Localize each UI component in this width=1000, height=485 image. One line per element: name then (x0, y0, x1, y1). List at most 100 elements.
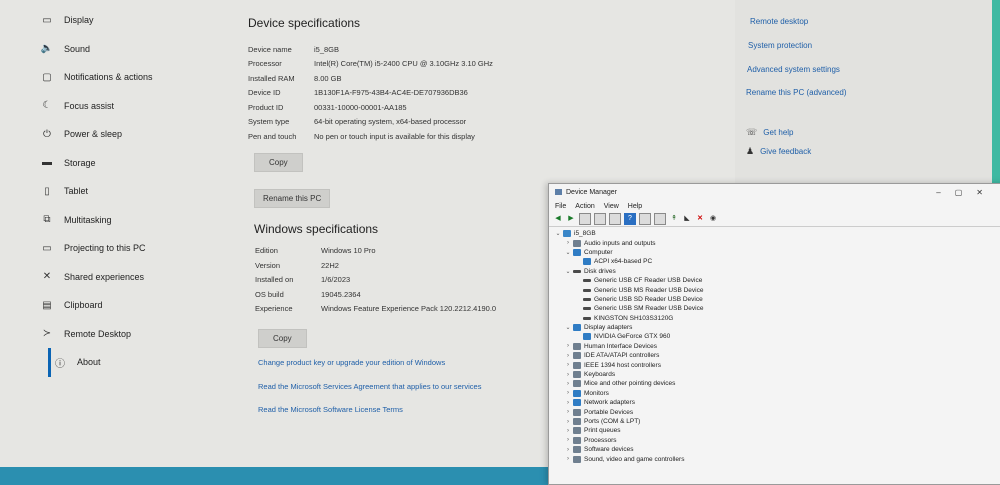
view-icon[interactable] (579, 213, 591, 225)
collapse-icon[interactable]: ⌄ (563, 324, 573, 331)
device-tree-item[interactable]: NVIDIA GeForce GTX 960 (549, 332, 1000, 341)
help-toolbar-icon[interactable]: ? (624, 213, 636, 225)
get-help-link[interactable]: ☏ Get help (746, 127, 794, 138)
scan-hardware-icon[interactable]: ◉ (708, 214, 718, 224)
sidebar-item-multitasking[interactable]: ⧉ Multitasking (40, 206, 240, 235)
disable-device-icon[interactable]: ◣ (682, 214, 692, 224)
device-category-icon (563, 230, 571, 238)
device-tree-item[interactable]: › Audio inputs and outputs (549, 238, 1000, 247)
expand-icon[interactable]: › (563, 240, 573, 246)
list-icon[interactable] (594, 213, 606, 225)
device-tree-item[interactable]: Generic USB CF Reader USB Device (549, 276, 1000, 285)
close-icon[interactable]: ✕ (976, 188, 997, 197)
forward-icon[interactable]: ▶ (566, 214, 576, 224)
device-category-icon (573, 380, 581, 388)
expand-icon[interactable]: › (563, 372, 573, 378)
give-feedback-link[interactable]: ♟ Give feedback (746, 146, 811, 157)
expand-icon[interactable]: › (563, 419, 573, 425)
device-tree-item[interactable]: › Mice and other pointing devices (549, 379, 1000, 388)
device-tree-item[interactable]: Generic USB SM Reader USB Device (549, 304, 1000, 313)
spec-row: Product ID 00331-10000-00001-AA185 (248, 100, 718, 115)
device-tree-item[interactable]: › Print queues (549, 426, 1000, 435)
sidebar-item-storage[interactable]: ▬ Storage (40, 149, 240, 178)
sidebar-item-clipboard[interactable]: ▤ Clipboard (40, 291, 240, 320)
device-tree-label: Network adapters (584, 399, 635, 407)
sidebar-item-shared-experiences[interactable]: ✕ Shared experiences (40, 263, 240, 292)
device-tree-item[interactable]: Generic USB SD Reader USB Device (549, 295, 1000, 304)
device-tree-item[interactable]: ⌄ Computer (549, 248, 1000, 257)
device-tree-label: Ports (COM & LPT) (584, 418, 641, 425)
expand-icon[interactable]: › (563, 343, 573, 349)
minimize-icon[interactable]: – (936, 188, 954, 197)
device-tree-item[interactable]: › IDE ATA/ATAPI controllers (549, 351, 1000, 360)
refresh-icon[interactable] (609, 213, 621, 225)
sidebar-item-about[interactable]: ⓘ About (48, 348, 240, 377)
device-tree-item[interactable]: › Sound, video and game controllers (549, 454, 1000, 463)
expand-icon[interactable]: › (563, 400, 573, 406)
device-tree-item[interactable]: › Ports (COM & LPT) (549, 417, 1000, 426)
back-icon[interactable]: ◀ (553, 214, 563, 224)
sidebar-item-projecting-to-this-pc[interactable]: ▭ Projecting to this PC (40, 234, 240, 263)
update-driver-icon[interactable]: ↟ (669, 214, 679, 224)
device-tree-item[interactable]: › Processors (549, 436, 1000, 445)
copy-device-specs-button[interactable]: Copy (254, 152, 303, 172)
collapse-icon[interactable]: ⌄ (563, 249, 573, 256)
device-category-icon (583, 307, 591, 311)
expand-icon[interactable]: › (563, 428, 573, 434)
device-tree-item[interactable]: › Network adapters (549, 398, 1000, 407)
expand-icon[interactable]: › (563, 437, 573, 443)
copy-windows-specs-button[interactable]: Copy (258, 329, 307, 348)
spec-key: Product ID (248, 102, 284, 112)
expand-icon[interactable]: › (563, 409, 573, 415)
expand-icon[interactable]: › (563, 353, 573, 359)
menu-action[interactable]: Action (575, 203, 594, 210)
device-tree-item[interactable]: ACPI x64-based PC (549, 257, 1000, 266)
spec-key: Device name (248, 44, 292, 54)
rename-pc-button[interactable]: Rename this PC (254, 188, 331, 208)
sidebar-item-tablet[interactable]: ▯ Tablet (40, 177, 240, 206)
menu-file[interactable]: File (555, 203, 566, 210)
sidebar-item-focus-assist[interactable]: ☾ Focus assist (40, 92, 240, 121)
device-tree-label: Portable Devices (584, 408, 634, 416)
device-tree-item[interactable]: KINGSTON SH103S3120G (549, 314, 1000, 323)
expand-icon[interactable]: › (563, 447, 573, 453)
sidebar-item-power-sleep[interactable]: ⏻ Power & sleep (40, 120, 240, 149)
sidebar-item-label: Multitasking (64, 214, 112, 225)
expand-icon[interactable]: › (563, 381, 573, 387)
device-tree-label: NVIDIA GeForce GTX 960 (594, 333, 671, 341)
device-tree-item[interactable]: › Portable Devices (549, 407, 1000, 416)
device-tree-item[interactable]: ⌄ Display adapters (549, 323, 1000, 332)
device-tree-item[interactable]: › Software devices (549, 445, 1000, 454)
menu-view[interactable]: View (604, 203, 619, 210)
device-tree-item[interactable]: › Human Interface Devices (549, 342, 1000, 351)
uninstall-icon[interactable]: ✕ (695, 214, 705, 224)
expand-icon[interactable]: › (563, 390, 573, 396)
spec-row: Device name i5_8GB (248, 42, 718, 57)
clipboard-icon: ▤ (42, 299, 52, 311)
device-category-icon (573, 352, 581, 360)
sidebar-item-label: Focus assist (64, 100, 115, 111)
monitor-icon[interactable] (654, 213, 666, 225)
expand-icon[interactable]: › (563, 362, 573, 368)
related-link[interactable]: System protection (748, 41, 812, 50)
device-tree-item[interactable]: Generic USB MS Reader USB Device (549, 285, 1000, 294)
related-link[interactable]: Rename this PC (advanced) (746, 88, 847, 97)
sidebar-item-notifications-actions[interactable]: ▢ Notifications & actions (40, 63, 240, 92)
sidebar-item-sound[interactable]: 🔈 Sound (40, 35, 240, 64)
collapse-icon[interactable]: ⌄ (553, 230, 563, 237)
device-tree-item[interactable]: ⌄ i5_8GB (549, 229, 1000, 238)
device-tree-item[interactable]: › Keyboards (549, 370, 1000, 379)
sidebar-item-remote-desktop[interactable]: ≻ Remote Desktop (40, 320, 240, 349)
device-tree-item[interactable]: › IEEE 1394 host controllers (549, 360, 1000, 369)
related-link[interactable]: Remote desktop (750, 17, 808, 26)
sidebar-item-display[interactable]: ▭ Display (40, 6, 240, 35)
collapse-icon[interactable]: ⌄ (563, 268, 573, 275)
related-link[interactable]: Advanced system settings (747, 65, 840, 74)
maximize-icon[interactable]: ▢ (955, 188, 977, 197)
sidebar-item-label: Sound (64, 43, 91, 54)
device-tree-item[interactable]: ⌄ Disk drives (549, 267, 1000, 276)
device-tree-item[interactable]: › Monitors (549, 389, 1000, 398)
menu-help[interactable]: Help (628, 203, 642, 210)
properties-icon[interactable] (639, 213, 651, 225)
expand-icon[interactable]: › (563, 456, 573, 462)
